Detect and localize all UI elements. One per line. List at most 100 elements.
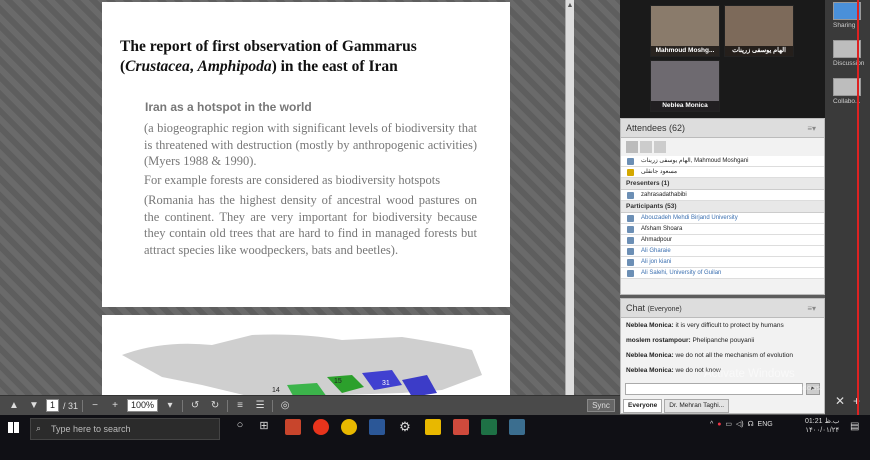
- chat-message: Neblea Monica: we do not all the mechani…: [621, 348, 824, 363]
- cortana-icon[interactable]: ○: [232, 419, 248, 435]
- slide-title-line1: The report of first observation of Gamma…: [120, 38, 417, 55]
- slide-title: The report of first observation of Gamma…: [120, 37, 500, 77]
- attendees-header: Attendees (62) ≡▾: [621, 119, 824, 138]
- chat-message: moslem rostampour: Phelipanche pouyanii: [621, 333, 824, 348]
- chat-text: it is very difficult to protect by human…: [675, 322, 784, 329]
- divider: [182, 399, 184, 412]
- zoom-out-icon[interactable]: −: [87, 399, 103, 413]
- list-view-icon[interactable]: [626, 141, 638, 153]
- network-icon[interactable]: ☊: [747, 421, 753, 428]
- file-explorer-icon[interactable]: [425, 419, 441, 435]
- pointer-icon[interactable]: ◎: [277, 399, 293, 413]
- task-view-icon[interactable]: ⊞: [256, 419, 272, 435]
- participant-icon: [627, 259, 634, 266]
- slide-paragraph-3: (Romania has the highest density of ance…: [144, 193, 477, 257]
- chevron-up-icon[interactable]: ^: [710, 421, 713, 428]
- windows-start-icon[interactable]: [8, 422, 19, 433]
- chat-tab-everyone[interactable]: Everyone: [623, 399, 663, 413]
- video-tile[interactable]: Neblea Monica: [650, 60, 720, 112]
- divider: [82, 399, 84, 412]
- zoom-select[interactable]: 100%: [127, 399, 159, 412]
- presenter-icon: [627, 192, 634, 199]
- zoom-dropdown-icon[interactable]: ▾: [162, 399, 178, 413]
- notifications-icon[interactable]: ▤: [850, 421, 859, 432]
- language-indicator[interactable]: ENG: [758, 421, 773, 428]
- chrome-icon[interactable]: [341, 419, 357, 435]
- battery-icon[interactable]: ▭: [725, 421, 732, 428]
- zoom-in-icon[interactable]: +: [107, 399, 123, 413]
- participant-icon: [627, 248, 634, 255]
- antivirus-icon[interactable]: ●: [717, 421, 721, 428]
- video-tile[interactable]: الهام یوسفی زرینات: [724, 5, 794, 57]
- attendee-row[interactable]: Ali Salehi, University of Guilan: [621, 268, 824, 279]
- attendee-name: Ali Salehi, University of Guilan: [641, 270, 722, 276]
- chat-tab-private[interactable]: Dr. Mehran Taghi...: [664, 399, 730, 413]
- layout-sharing[interactable]: Sharing: [833, 2, 865, 29]
- powerpoint-icon[interactable]: [285, 419, 301, 435]
- settings-icon[interactable]: ⚙: [397, 419, 413, 435]
- pod-menu-icon[interactable]: ≡▾: [807, 119, 816, 138]
- rotate-left-icon[interactable]: ↺: [187, 399, 203, 413]
- attendee-row[interactable]: مسعود جانقلی: [621, 167, 824, 178]
- excel-icon[interactable]: [481, 419, 497, 435]
- pod-menu-icon[interactable]: ≡▾: [807, 299, 816, 318]
- system-tray: ^ ● ▭ ◁) ☊ ENG: [710, 420, 773, 428]
- map-label-15: 15: [334, 378, 342, 385]
- video-name: الهام یوسفی زرینات: [725, 46, 793, 56]
- status-icon[interactable]: [654, 141, 666, 153]
- attendees-pod: Attendees (62) ≡▾ الهام یوسفی زرینات, Ma…: [620, 118, 825, 295]
- layout-discussion[interactable]: Discussion: [833, 40, 865, 67]
- attendee-row[interactable]: الهام یوسفی زرینات, Mahmoud Moshgani: [621, 156, 824, 167]
- chat-pod: Chat (Everyone) ≡▾ Neblea Monica: it is …: [620, 298, 825, 414]
- page-down-icon[interactable]: ▼: [26, 399, 42, 413]
- fit-page-icon[interactable]: ≡: [232, 399, 248, 413]
- divider: [272, 399, 274, 412]
- adobe-connect-icon[interactable]: [509, 419, 525, 435]
- chat-tabs: Everyone Dr. Mehran Taghi...: [621, 399, 730, 413]
- attendee-row[interactable]: Afsham Shoara: [621, 224, 824, 235]
- grid-view-icon[interactable]: [640, 141, 652, 153]
- title-amphipoda: Amphipoda: [197, 58, 272, 75]
- attendee-name: Abouzadeh Mehdi Birjand University: [641, 215, 738, 221]
- page-number-input[interactable]: 1: [46, 399, 60, 412]
- video-tile[interactable]: Mahmoud Moshg...: [650, 5, 720, 57]
- page-total: / 31: [63, 400, 79, 411]
- attendee-name: Afsham Shoara: [641, 226, 683, 232]
- word-icon[interactable]: [369, 419, 385, 435]
- attendee-row[interactable]: Abouzadeh Mehdi Birjand University: [621, 213, 824, 224]
- attendee-row[interactable]: Ahmadpour: [621, 235, 824, 246]
- page-up-icon[interactable]: ▲: [6, 399, 22, 413]
- volume-icon[interactable]: ◁): [736, 421, 744, 428]
- attendee-name: مسعود جانقلی: [641, 169, 678, 175]
- collapse-icon[interactable]: ✕: [835, 394, 845, 408]
- opera-icon[interactable]: [313, 419, 329, 435]
- chat-sender: Neblea Monica:: [626, 367, 674, 374]
- search-input[interactable]: Type here to search: [30, 418, 220, 440]
- presenters-group[interactable]: Presenters (1): [621, 178, 824, 190]
- clock[interactable]: 01:21 ب.ظ ۱۴۰۰/۰۱/۲۴: [805, 417, 839, 435]
- slide-page-2: 14 15 31: [102, 315, 510, 395]
- attendees-title: Attendees: [626, 123, 667, 133]
- chat-scope: (Everyone): [647, 306, 682, 313]
- rotate-right-icon[interactable]: ↻: [207, 399, 223, 413]
- map-label-14: 14: [272, 387, 280, 394]
- scroll-up-icon[interactable]: ▲: [566, 2, 574, 12]
- fit-width-icon[interactable]: ☰: [252, 399, 268, 413]
- participant-icon: [627, 270, 634, 277]
- chat-title: Chat: [626, 303, 646, 313]
- layout-collaboration[interactable]: Collabo...: [833, 78, 865, 105]
- attendee-row[interactable]: Ali jon kiani: [621, 257, 824, 268]
- chat-text: Phelipanche pouyanii: [692, 337, 755, 344]
- divider: [227, 399, 229, 412]
- chat-header: Chat (Everyone) ≡▾: [621, 299, 824, 318]
- sync-button[interactable]: Sync: [587, 399, 615, 412]
- document-scrollbar[interactable]: ▲: [565, 0, 574, 395]
- clock-time: 01:21 ب.ظ: [805, 418, 840, 425]
- attendee-row[interactable]: zahrasadathabibi: [621, 190, 824, 201]
- attendee-name: Ahmadpour: [641, 237, 673, 243]
- slide-subtitle: Iran as a hotspot in the world: [145, 100, 312, 114]
- media-icon[interactable]: [453, 419, 469, 435]
- attendee-row[interactable]: Ali Gharaie: [621, 246, 824, 257]
- chat-sender: Neblea Monica:: [626, 322, 674, 329]
- participants-group[interactable]: Participants (53): [621, 201, 824, 213]
